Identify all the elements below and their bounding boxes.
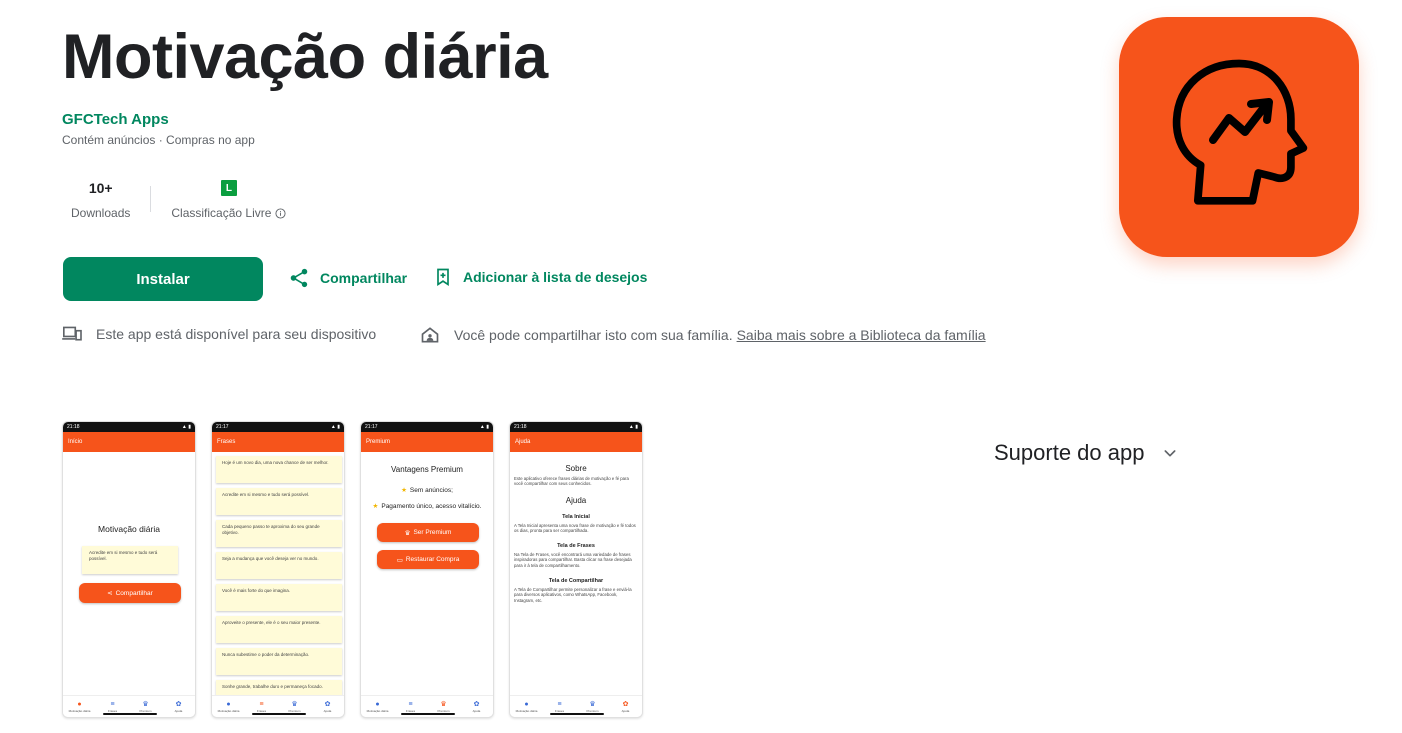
head-growth-icon bbox=[1172, 59, 1308, 205]
premium-benefit: ★ Sem anúncios; bbox=[401, 487, 453, 494]
crown-icon: ♛ bbox=[291, 700, 298, 708]
install-button[interactable]: Instalar bbox=[63, 257, 263, 301]
share-icon: ⋖ bbox=[107, 590, 113, 597]
chevron-down-icon bbox=[1164, 450, 1176, 457]
downloads-value: 10+ bbox=[88, 180, 113, 196]
share-icon bbox=[290, 268, 308, 288]
family-home-icon bbox=[421, 327, 439, 343]
stats-row: 10+ Downloads L Classificação Livre bbox=[62, 178, 295, 220]
star-icon: ★ bbox=[401, 487, 407, 494]
about-heading: Sobre bbox=[565, 464, 587, 473]
flame-icon: ● bbox=[375, 700, 380, 708]
share-phrase-button: ⋖ Compartilhar bbox=[79, 583, 181, 603]
device-availability: Este app está disponível para seu dispos… bbox=[62, 325, 376, 343]
wishlist-label: Adicionar à lista de desejos bbox=[463, 269, 648, 285]
phrase-card: Aproveite o presente, ele é o seu maior … bbox=[216, 616, 342, 643]
bookmark-add-icon bbox=[437, 268, 449, 287]
list-icon: ≡ bbox=[408, 700, 413, 708]
about-text: Este aplicativo oferece frases diárias d… bbox=[514, 476, 629, 487]
flame-icon: ● bbox=[77, 700, 82, 708]
flame-icon: ● bbox=[524, 700, 529, 708]
screenshot-4[interactable]: 21:18 ▲ ▮ Ajuda Sobre Este aplicativo ofe… bbox=[509, 421, 643, 718]
family-availability-text: Você pode compartilhar isto com sua famí… bbox=[454, 327, 733, 343]
premium-heading: Vantagens Premium bbox=[391, 465, 463, 474]
wishlist-button[interactable]: Adicionar à lista de desejos bbox=[433, 267, 647, 287]
phrase-card: Você é mais forte do que imagina. bbox=[216, 584, 342, 611]
help-heading: Ajuda bbox=[565, 496, 587, 505]
star-icon: ★ bbox=[372, 503, 379, 510]
support-label: Suporte do app bbox=[994, 440, 1145, 465]
app-bar: Frases bbox=[212, 432, 344, 452]
section-text: A Tela Inicial apresenta uma nova frase … bbox=[514, 523, 636, 534]
support-section-toggle[interactable]: Suporte do app bbox=[994, 440, 1178, 466]
phrase-card: Cada pequeno passo te aproxima do seu gr… bbox=[216, 520, 342, 547]
list-icon: ≡ bbox=[557, 700, 562, 708]
cash-icon: ▭ bbox=[396, 556, 403, 564]
home-heading: Motivação diária bbox=[98, 524, 160, 534]
app-bar: Início bbox=[63, 432, 195, 452]
device-availability-text: Este app está disponível para seu dispos… bbox=[96, 326, 377, 342]
crown-icon: ♛ bbox=[404, 529, 411, 537]
status-bar: 21:17 ▲ ▮ bbox=[361, 422, 493, 432]
phrase-card: Hoje é um novo dia, uma nova chance de s… bbox=[216, 456, 342, 483]
app-title: Motivação diária bbox=[62, 22, 548, 92]
info-icon[interactable] bbox=[275, 207, 286, 219]
phrase-card: Acredite em si mesmo e tudo será possíve… bbox=[82, 546, 178, 574]
app-icon bbox=[1119, 17, 1359, 257]
downloads-stat: 10+ Downloads bbox=[62, 178, 139, 220]
section-title: Tela de Compartilhar bbox=[548, 578, 604, 584]
list-icon: ≡ bbox=[259, 700, 264, 708]
section-text: Na Tela de Frases, você encontrará uma v… bbox=[514, 552, 632, 568]
rating-stat[interactable]: L Classificação Livre bbox=[162, 178, 295, 220]
section-title: Tela de Frases bbox=[557, 543, 595, 549]
section-title: Tela Inicial bbox=[562, 514, 590, 520]
stat-divider bbox=[150, 186, 152, 212]
crown-icon: ♛ bbox=[589, 700, 596, 708]
developer-link[interactable]: GFCTech Apps bbox=[62, 111, 169, 128]
share-button[interactable]: Compartilhar bbox=[288, 267, 407, 289]
phrase-card: Nunca subestime o poder da determinação. bbox=[216, 648, 342, 675]
premium-benefit: ★ Pagamento único, acesso vitalício. bbox=[372, 503, 482, 510]
app-bar: Ajuda bbox=[510, 432, 642, 452]
status-bar: 21:17 ▲ ▮ bbox=[212, 422, 344, 432]
phrase-card: Seja a mudança que você deseja ver no mu… bbox=[216, 552, 342, 579]
list-icon: ≡ bbox=[110, 700, 115, 708]
crown-icon: ♛ bbox=[142, 700, 149, 708]
app-bar: Premium bbox=[361, 432, 493, 452]
rating-label: Classificação Livre bbox=[171, 206, 272, 220]
gear-icon: ✿ bbox=[175, 700, 182, 708]
crown-icon: ♛ bbox=[440, 700, 447, 708]
premium-button: ♛ Ser Premium bbox=[377, 523, 479, 542]
share-label: Compartilhar bbox=[320, 270, 408, 286]
screenshot-1[interactable]: 21:18 ▲ ▮ Início Motivação diária Acredit… bbox=[62, 421, 196, 718]
devices-icon bbox=[62, 326, 82, 341]
gear-icon: ✿ bbox=[622, 700, 629, 708]
family-library-link[interactable]: Saiba mais sobre a Biblioteca da família bbox=[737, 327, 986, 343]
status-bar: 21:18 ▲ ▮ bbox=[63, 422, 195, 432]
ad-info: Contém anúncios · Compras no app bbox=[62, 133, 255, 147]
rating-badge: L bbox=[220, 180, 237, 196]
status-bar: 21:18 ▲ ▮ bbox=[510, 422, 642, 432]
downloads-label: Downloads bbox=[71, 206, 131, 220]
section-text: A Tela de Compartilhar permite personali… bbox=[514, 587, 632, 603]
family-availability: Você pode compartilhar isto com sua famí… bbox=[420, 325, 986, 345]
phrase-card: Acredite em si mesmo e tudo será possíve… bbox=[216, 488, 342, 515]
screenshot-2[interactable]: 21:17 ▲ ▮ Frases Hoje é um novo dia, uma … bbox=[211, 421, 345, 718]
screenshot-3[interactable]: 21:17 ▲ ▮ Premium Vantagens Premium ★ Sem … bbox=[360, 421, 494, 718]
flame-icon: ● bbox=[226, 700, 231, 708]
restore-purchase-button: ▭ Restaurar Compra bbox=[377, 550, 479, 569]
gear-icon: ✿ bbox=[324, 700, 331, 708]
gear-icon: ✿ bbox=[473, 700, 480, 708]
